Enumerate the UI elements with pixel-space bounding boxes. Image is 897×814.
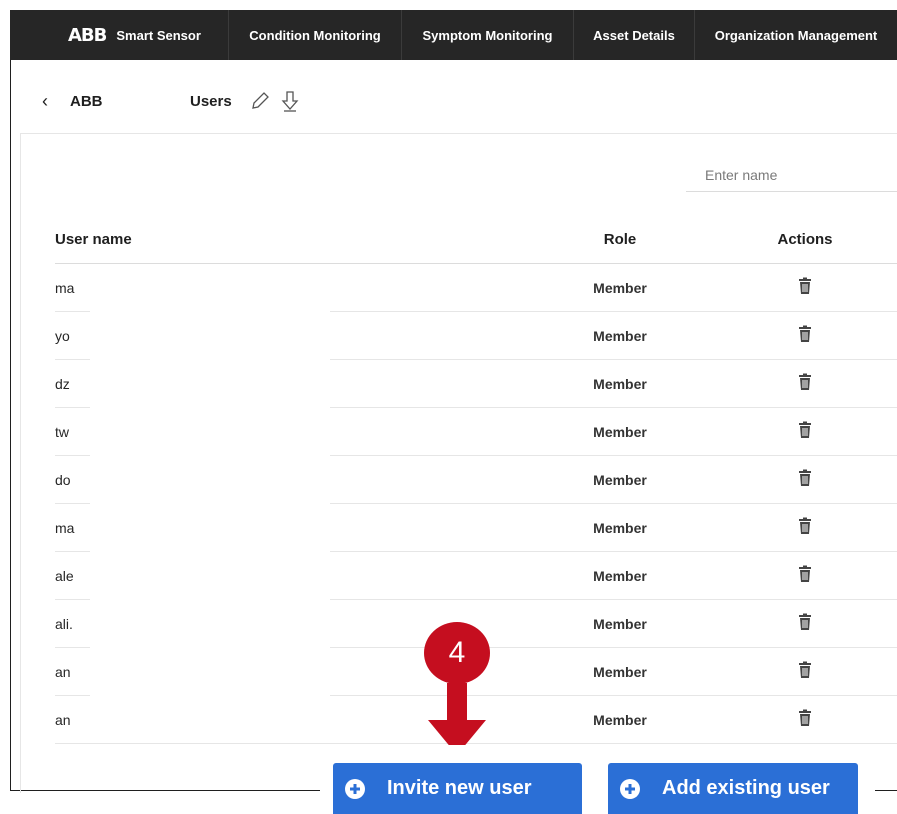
role-cell: Member: [593, 711, 647, 728]
invite-new-user-button[interactable]: Invite new user: [333, 763, 582, 814]
plus-circle-icon: [620, 778, 640, 799]
trash-icon: [797, 325, 813, 346]
role-cell: Member: [593, 423, 647, 440]
delete-user-button[interactable]: [695, 421, 855, 442]
role-cell: Member: [593, 663, 647, 680]
trash-icon: [797, 277, 813, 298]
role-cell: Member: [593, 471, 647, 488]
breadcrumb-section: Users: [190, 92, 232, 110]
delete-user-button[interactable]: [695, 709, 855, 730]
header-user-name[interactable]: User name: [55, 231, 525, 248]
table-header: User name Role Actions: [55, 216, 897, 264]
role-cell: Member: [593, 615, 647, 632]
trash-icon: [797, 565, 813, 586]
arrow-down-icon: [447, 683, 467, 723]
delete-user-button[interactable]: [695, 469, 855, 490]
brand[interactable]: ABB Smart Sensor: [10, 10, 229, 60]
trash-icon: [797, 373, 813, 394]
trash-icon: [797, 421, 813, 442]
invite-button-label: Invite new user: [387, 777, 532, 799]
delete-user-button[interactable]: [695, 613, 855, 634]
delete-user-button[interactable]: [695, 517, 855, 538]
download-arrow-icon[interactable]: [278, 89, 302, 113]
header-role[interactable]: Role: [525, 231, 695, 248]
header-actions: Actions: [777, 231, 833, 248]
role-cell: Member: [593, 567, 647, 584]
delete-user-button[interactable]: [695, 661, 855, 682]
abb-logo: ABB: [68, 24, 107, 46]
trash-icon: [797, 517, 813, 538]
app-name: Smart Sensor: [116, 27, 201, 43]
redacted-area: [105, 78, 185, 120]
tab-symptom-monitoring[interactable]: Symptom Monitoring: [402, 10, 574, 60]
trash-icon: [797, 469, 813, 490]
add-existing-button-label: Add existing user: [662, 777, 830, 799]
trash-icon: [797, 661, 813, 682]
tab-asset-details[interactable]: Asset Details: [574, 10, 695, 60]
delete-user-button[interactable]: [695, 565, 855, 586]
add-existing-user-button[interactable]: Add existing user: [608, 763, 858, 814]
chevron-left-icon[interactable]: ‹: [42, 91, 70, 112]
role-cell: Member: [593, 375, 647, 392]
delete-user-button[interactable]: [695, 373, 855, 394]
delete-user-button[interactable]: [695, 277, 855, 298]
pencil-icon[interactable]: [248, 89, 272, 113]
plus-circle-icon: [345, 778, 365, 799]
role-cell: Member: [593, 327, 647, 344]
delete-user-button[interactable]: [695, 325, 855, 346]
search-input[interactable]: [686, 158, 897, 192]
trash-icon: [797, 709, 813, 730]
tab-organization-management[interactable]: Organization Management: [695, 10, 897, 60]
top-navigation-bar: ABB Smart Sensor Condition Monitoring Sy…: [10, 10, 897, 60]
role-cell: Member: [593, 519, 647, 536]
step-badge: 4: [424, 622, 490, 684]
redacted-area: [90, 266, 330, 740]
role-cell: Member: [593, 279, 647, 296]
tab-condition-monitoring[interactable]: Condition Monitoring: [229, 10, 402, 60]
trash-icon: [797, 613, 813, 634]
